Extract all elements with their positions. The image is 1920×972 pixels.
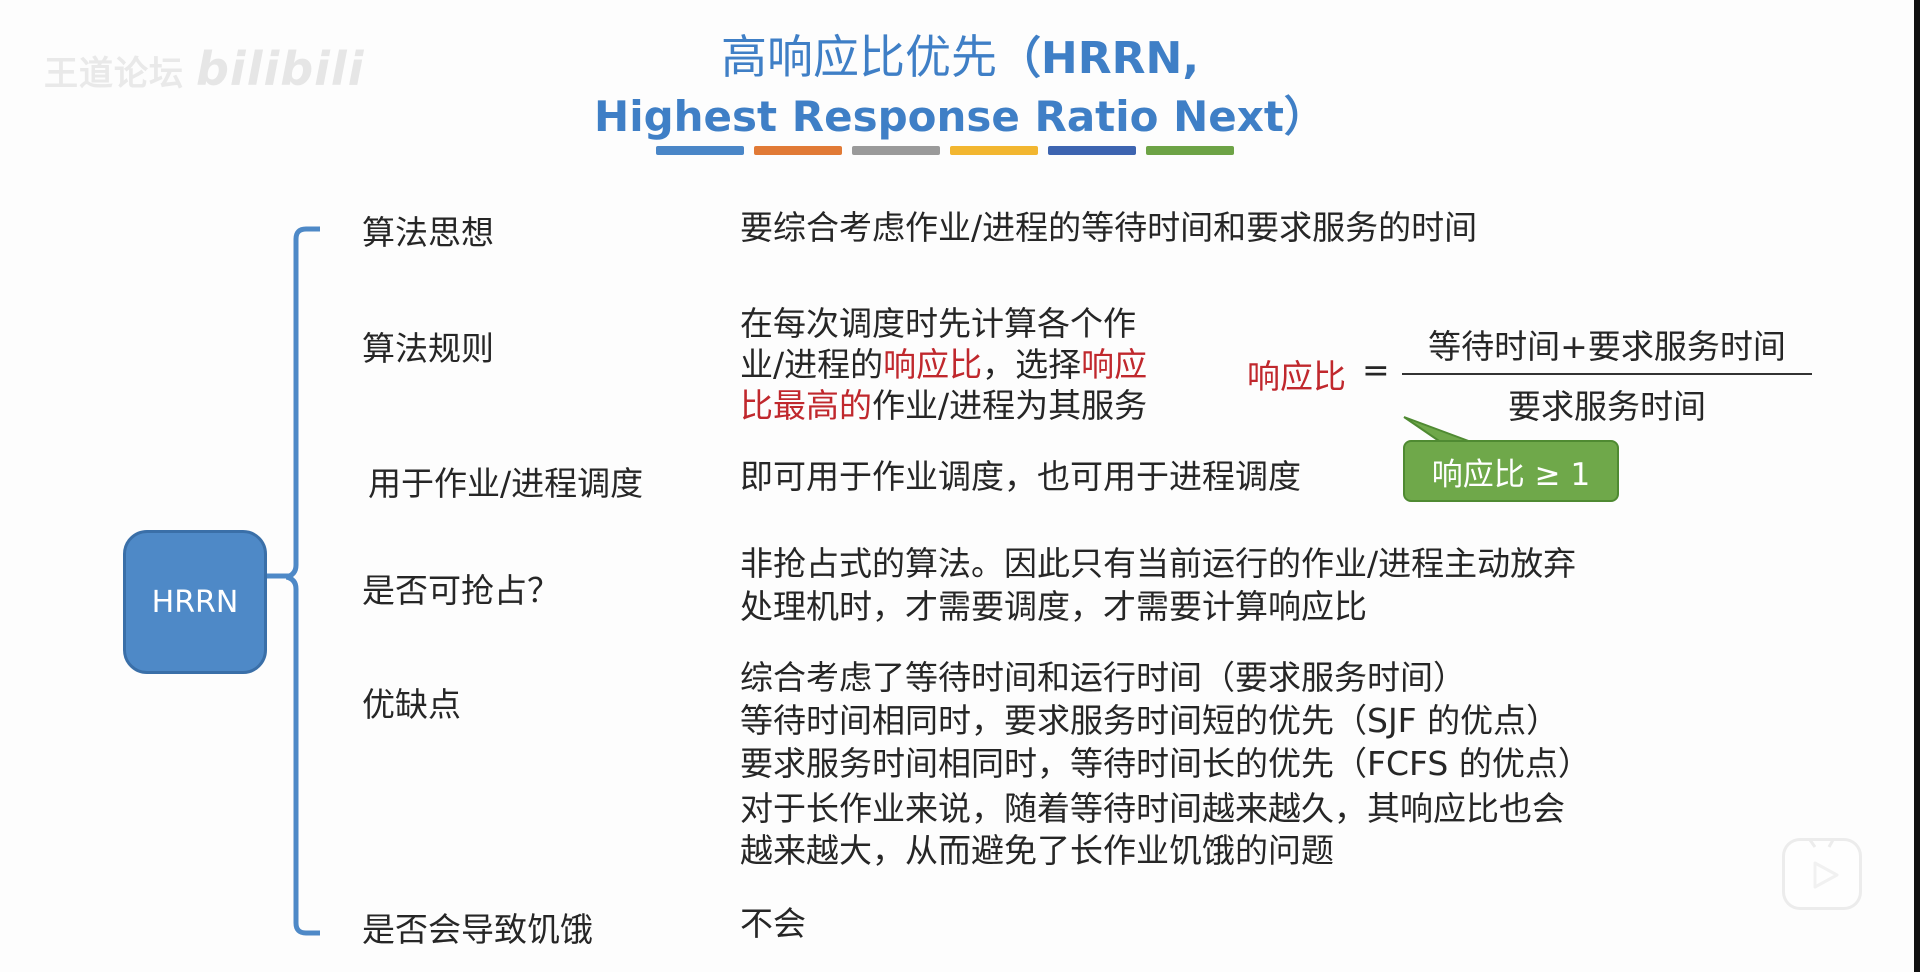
video-frame: 王道论坛 bilibili 高响应比优先（HRRN, Highest Respon…	[0, 0, 1920, 972]
row-text-pros-1: 综合考虑了等待时间和运行时间（要求服务时间）	[740, 658, 1466, 697]
title-en-1: （HRRN,	[996, 33, 1200, 84]
color-bar-segment	[950, 146, 1038, 155]
formula-equals: =	[1362, 350, 1390, 389]
title-color-bar	[656, 146, 1234, 155]
title-cn: 高响应比优先	[720, 30, 997, 84]
row-label-idea: 算法思想	[362, 213, 494, 252]
node-connector	[267, 573, 291, 579]
row-label-pros-cons: 优缺点	[362, 685, 461, 724]
row-text-preemptive-1: 非抢占式的算法。因此只有当前运行的作业/进程主动放弃	[740, 544, 1577, 583]
row-text-pros-4: 对于长作业来说，随着等待时间越来越久，其响应比也会	[740, 789, 1565, 828]
row-text-preemptive-2: 处理机时，才需要调度，才需要计算响应比	[740, 587, 1367, 626]
row-label-starvation: 是否会导致饥饿	[362, 910, 593, 949]
rule-text: ，选择	[982, 345, 1082, 384]
row-text-usage: 即可用于作业调度，也可用于进程调度	[740, 457, 1301, 496]
slide: 王道论坛 bilibili 高响应比优先（HRRN, Highest Respon…	[0, 0, 1920, 972]
row-label-usage: 用于作业/进程调度	[368, 464, 644, 503]
color-bar-segment	[852, 146, 940, 155]
frame-edge	[1914, 0, 1920, 972]
row-text-pros-3: 要求服务时间相同时，等待时间长的优先（FCFS 的优点）	[740, 744, 1591, 783]
row-label-rule: 算法规则	[362, 329, 494, 368]
color-bar-segment	[754, 146, 842, 155]
row-text-starvation: 不会	[740, 904, 806, 943]
rule-highlight: 响应比	[883, 345, 983, 384]
color-bar-segment	[1146, 146, 1234, 155]
row-text-pros-2: 等待时间相同时，要求服务时间短的优先（SJF 的优点）	[740, 701, 1560, 740]
rule-highlight: 比最高的	[740, 386, 872, 425]
rule-text: 作业/进程为其服务	[872, 386, 1148, 425]
play-icon	[1808, 841, 1839, 889]
rule-highlight: 响应	[1081, 345, 1148, 384]
row-text-rule-1: 在每次调度时先计算各个作	[740, 304, 1136, 343]
slide-title: 高响应比优先（HRRN, Highest Response Ratio Next…	[0, 28, 1920, 146]
rule-text: 业/进程的	[740, 345, 884, 384]
formula-numerator: 等待时间+要求服务时间	[1428, 327, 1786, 366]
row-text-rule-2: 业/进程的响应比，选择响应	[740, 344, 1147, 386]
brace-connector	[286, 226, 320, 936]
row-text-idea: 要综合考虑作业/进程的等待时间和要求服务的时间	[740, 208, 1478, 247]
row-label-preemptive: 是否可抢占？	[362, 571, 560, 610]
color-bar-segment	[656, 146, 744, 155]
play-icon[interactable]	[1782, 838, 1862, 910]
title-en-2: Highest Response Ratio Next）	[594, 92, 1326, 141]
response-ratio-callout: 响应比 ≥ 1	[1403, 440, 1619, 502]
hrrn-node: HRRN	[123, 530, 267, 674]
fraction-line	[1402, 373, 1812, 375]
color-bar-segment	[1048, 146, 1136, 155]
formula-lhs: 响应比	[1247, 357, 1346, 396]
row-text-pros-5: 越来越大，从而避免了长作业饥饿的问题	[740, 831, 1334, 870]
row-text-rule-3: 比最高的作业/进程为其服务	[740, 385, 1147, 427]
